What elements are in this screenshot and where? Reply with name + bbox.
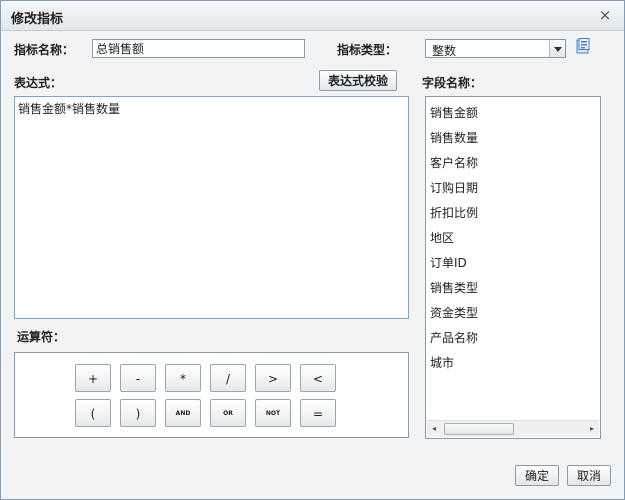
operator-not-button[interactable]: NOT <box>255 399 291 427</box>
scroll-right-icon[interactable]: ▸ <box>585 421 599 437</box>
horizontal-scrollbar[interactable]: ◂ ▸ <box>427 420 599 437</box>
list-item[interactable]: 客户名称 <box>430 154 478 174</box>
scroll-thumb[interactable] <box>444 423 514 435</box>
expression-textarea[interactable]: 销售金额*销售数量 <box>14 96 409 319</box>
expression-label: 表达式： <box>14 76 63 90</box>
operator-minus-button[interactable]: - <box>120 364 156 392</box>
operators-label: 运算符： <box>17 330 66 344</box>
indicator-type-value: 整数 <box>432 44 457 58</box>
operator-or-button[interactable]: OR <box>210 399 246 427</box>
scroll-left-icon[interactable]: ◂ <box>427 421 441 437</box>
operator-less-button[interactable]: < <box>300 364 336 392</box>
fields-label: 字段名称： <box>422 76 483 90</box>
operator-lparen-button[interactable]: ( <box>75 399 111 427</box>
close-icon[interactable]: × <box>598 7 612 23</box>
list-item[interactable]: 资金类型 <box>430 304 478 324</box>
operator-rparen-button[interactable]: ) <box>120 399 156 427</box>
cancel-button[interactable]: 取消 <box>567 465 611 486</box>
operator-multiply-button[interactable]: * <box>165 364 201 392</box>
dialog-titlebar: 修改指标 × <box>1 1 624 31</box>
list-item[interactable]: 销售类型 <box>430 279 478 299</box>
list-item[interactable]: 订购日期 <box>430 179 478 199</box>
validate-expression-button[interactable]: 表达式校验 <box>319 70 397 91</box>
field-name-list[interactable]: 销售金额 销售数量 客户名称 订购日期 折扣比例 地区 订单ID 销售类型 资金… <box>425 96 601 439</box>
list-item[interactable]: 地区 <box>430 229 454 249</box>
list-item[interactable]: 销售数量 <box>430 129 478 149</box>
indicator-name-input[interactable] <box>92 39 305 58</box>
operator-greater-button[interactable]: > <box>255 364 291 392</box>
list-item[interactable]: 城市 <box>430 354 454 374</box>
list-item[interactable]: 订单ID <box>430 254 467 274</box>
operators-panel: + - * / > < ( ) AND OR NOT = <box>14 352 409 438</box>
ok-button[interactable]: 确定 <box>515 465 559 486</box>
chevron-down-icon[interactable] <box>549 40 565 57</box>
operator-equals-button[interactable]: = <box>300 399 336 427</box>
help-icon[interactable] <box>576 38 590 54</box>
list-item[interactable]: 产品名称 <box>430 329 478 349</box>
list-item[interactable]: 销售金额 <box>430 104 478 124</box>
name-label: 指标名称： <box>14 43 75 57</box>
operator-plus-button[interactable]: + <box>75 364 111 392</box>
operator-divide-button[interactable]: / <box>210 364 246 392</box>
modify-indicator-dialog: 修改指标 × 指标名称： 指标类型： 整数 表达式： 表达式校验 字段名称： 销… <box>0 0 625 500</box>
list-item[interactable]: 折扣比例 <box>430 204 478 224</box>
operator-and-button[interactable]: AND <box>165 399 201 427</box>
type-label: 指标类型： <box>337 43 398 57</box>
indicator-type-select[interactable]: 整数 <box>425 39 566 58</box>
dialog-title: 修改指标 <box>11 12 64 27</box>
